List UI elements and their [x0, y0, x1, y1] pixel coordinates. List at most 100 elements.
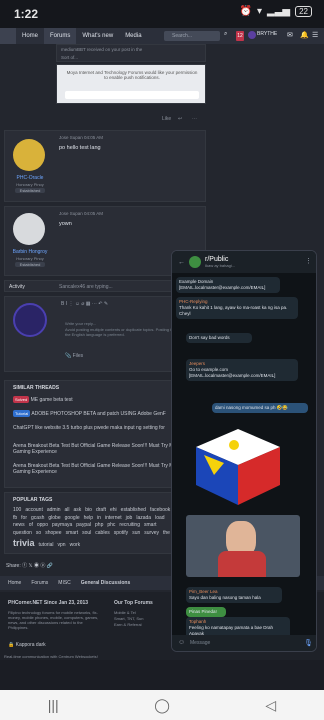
tag-link[interactable]: internet: [105, 515, 122, 523]
tag-link[interactable]: the: [163, 530, 170, 538]
chat-message: Jeepers Go to example.com [EMAIL.localmas…: [186, 359, 298, 381]
list-item[interactable]: Tutorial ADOBE PHOTOSHOP BETA and patch …: [13, 410, 166, 417]
user-avatar[interactable]: [248, 31, 256, 39]
bell-icon[interactable]: 🔔: [300, 31, 309, 39]
tag-link[interactable]: smart: [66, 530, 79, 538]
nav-username[interactable]: BRYTHE: [257, 31, 277, 37]
chat-title[interactable]: r/Public: [205, 256, 235, 263]
post-username[interactable]: Barbin Hongroy: [7, 249, 53, 255]
tag-link[interactable]: smart: [144, 522, 157, 530]
facebook-icon[interactable]: ⓕ: [22, 563, 27, 569]
tag-link[interactable]: bio: [85, 507, 92, 515]
tag-link[interactable]: facebook: [150, 507, 170, 515]
video-message[interactable]: [186, 515, 300, 577]
quote-button[interactable]: ↩: [178, 116, 182, 122]
tag-link[interactable]: in: [97, 515, 101, 523]
tag-link[interactable]: established: [121, 507, 146, 515]
nav-tab-forums[interactable]: Forums: [44, 28, 77, 44]
like-button[interactable]: Like: [162, 116, 171, 122]
tag-link[interactable]: work: [70, 542, 81, 550]
message-text: Example Domain [EMAIL.localmaster@exampl…: [179, 279, 266, 290]
attach-files-button[interactable]: 📎 Files: [65, 353, 83, 359]
reddit-icon[interactable]: ◉: [34, 563, 39, 569]
tag-link[interactable]: paymaya: [52, 522, 72, 530]
home-icon[interactable]: ◯: [154, 697, 170, 714]
footer-link[interactable]: Mobile & Tel: [114, 610, 136, 615]
tag-link[interactable]: php: [95, 522, 103, 530]
nav-tab-media[interactable]: Media: [119, 28, 147, 44]
tag-link[interactable]: account: [25, 507, 43, 515]
tag-link[interactable]: gcash: [31, 515, 44, 523]
message-input[interactable]: Message: [190, 640, 210, 646]
chat-avatar[interactable]: [189, 256, 201, 268]
tag-link[interactable]: lazada: [136, 515, 151, 523]
search-icon[interactable]: ⌕: [224, 31, 227, 38]
tag-link[interactable]: globe: [48, 515, 60, 523]
chat-overlay: ← r/Public Ikaw ay bahagi... ⋮ Example D…: [171, 250, 317, 652]
emoji-icon[interactable]: ☺: [178, 639, 185, 646]
pinterest-icon[interactable]: ⓟ: [40, 563, 45, 569]
tag-link[interactable]: ehi: [110, 507, 117, 515]
tag-link[interactable]: trivia: [13, 537, 35, 551]
nav-tab-whats-new[interactable]: What's new: [76, 28, 119, 44]
push-permission-button[interactable]: [65, 91, 199, 99]
breadcrumb-home[interactable]: Home: [8, 580, 21, 586]
tag-link[interactable]: soul: [82, 530, 91, 538]
menu-icon[interactable]: ☰: [312, 31, 318, 39]
tag-link[interactable]: oppo: [37, 522, 48, 530]
mail-icon[interactable]: ✉: [287, 31, 293, 39]
tag-link[interactable]: for: [21, 515, 27, 523]
tag-link[interactable]: paypal: [76, 522, 91, 530]
tag-link[interactable]: of: [29, 522, 33, 530]
tag-link[interactable]: question: [13, 530, 32, 538]
twitter-icon[interactable]: 𝕏: [29, 563, 33, 569]
back-icon[interactable]: ◁: [265, 697, 276, 714]
more-icon[interactable]: ⋮: [305, 257, 312, 265]
paperclip-icon: 📎: [65, 353, 72, 359]
tag-link[interactable]: fb: [13, 515, 17, 523]
tag-link[interactable]: help: [84, 515, 93, 523]
avatar[interactable]: [13, 213, 45, 245]
tag-link[interactable]: 100: [13, 507, 21, 515]
link-icon[interactable]: 🔗: [47, 563, 53, 569]
tag-link[interactable]: spotify: [114, 530, 128, 538]
editor-placeholder[interactable]: Write your reply...: [65, 321, 96, 326]
back-arrow-icon[interactable]: ←: [178, 259, 185, 266]
list-item[interactable]: Solved ME game beta test: [13, 396, 73, 403]
tag-link[interactable]: tutorial: [39, 542, 54, 550]
tag-link[interactable]: google: [65, 515, 80, 523]
tag-link[interactable]: sun: [132, 530, 140, 538]
nav-tab-home[interactable]: Home: [16, 28, 44, 44]
breadcrumb-current[interactable]: General Discussions: [81, 580, 130, 586]
breadcrumb-forums[interactable]: Forums: [31, 580, 48, 586]
notification-badge[interactable]: 12: [236, 31, 244, 41]
footer-link[interactable]: Smart, TNT, Sun: [114, 616, 144, 621]
style-chooser[interactable]: 🔒 Kappora dark: [8, 642, 46, 648]
tag-link[interactable]: phc: [107, 522, 115, 530]
tag-link[interactable]: shopee: [45, 530, 61, 538]
tag-link[interactable]: so: [36, 530, 41, 538]
tag-link[interactable]: cables: [95, 530, 109, 538]
mic-icon[interactable]: 🎙: [304, 639, 313, 647]
avatar: [13, 303, 47, 337]
footer-link[interactable]: Earn & Referral: [114, 622, 142, 627]
search-input[interactable]: Search...: [164, 31, 220, 41]
tag-link[interactable]: all: [64, 507, 69, 515]
recents-icon[interactable]: |||: [48, 697, 59, 713]
tag-link[interactable]: recruiting: [119, 522, 140, 530]
tag-link[interactable]: job: [126, 515, 133, 523]
tag-link[interactable]: draft: [96, 507, 106, 515]
tag-link[interactable]: admin: [47, 507, 61, 515]
tag-link[interactable]: vpn: [58, 542, 66, 550]
reply-button[interactable]: ⋯: [192, 116, 197, 122]
tag-link[interactable]: news: [13, 522, 25, 530]
post-meta: Jose Supan 04:05 AM: [59, 211, 104, 216]
sticker-image[interactable]: [184, 419, 292, 509]
site-logo[interactable]: [0, 28, 16, 44]
breadcrumb-misc[interactable]: MISC: [58, 580, 71, 586]
tag-link[interactable]: ask: [74, 507, 82, 515]
post-username[interactable]: PHC-Oracle: [7, 175, 53, 181]
avatar[interactable]: [13, 139, 45, 171]
tag-link[interactable]: load: [155, 515, 164, 523]
tag-link[interactable]: survey: [144, 530, 159, 538]
